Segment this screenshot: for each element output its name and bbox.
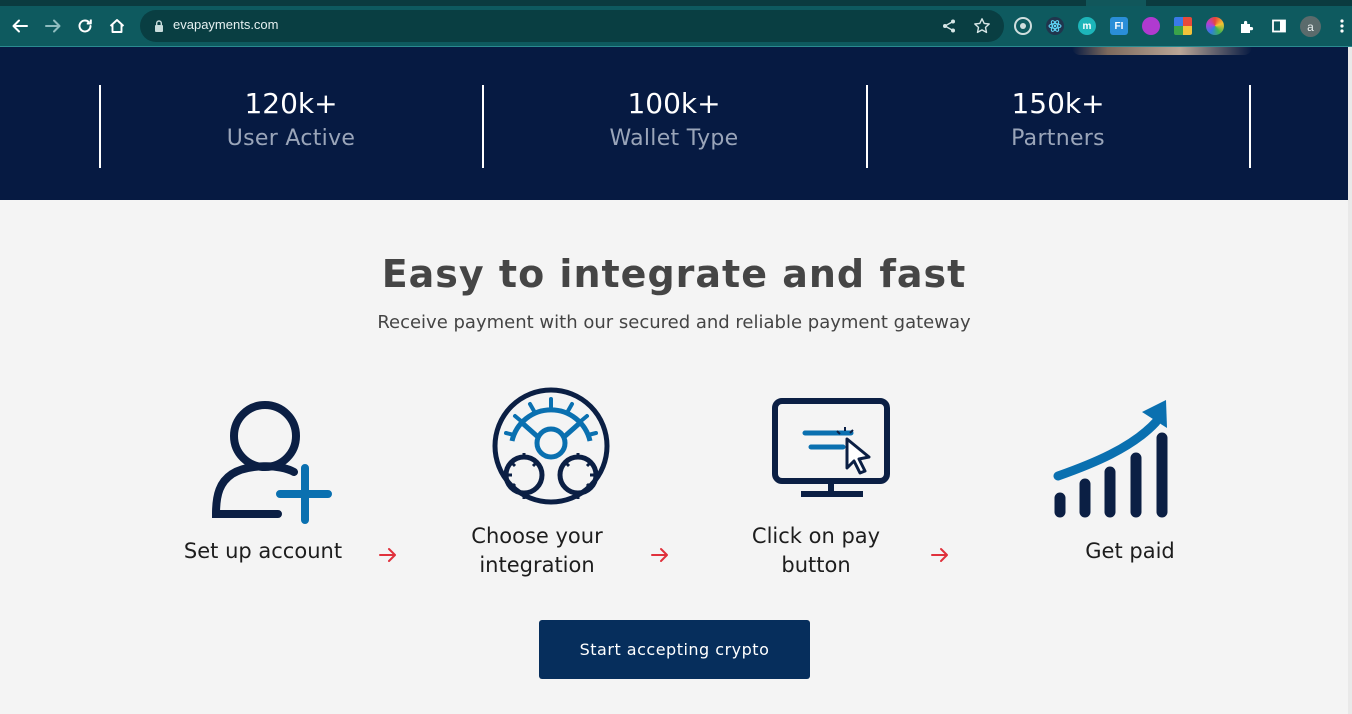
address-bar[interactable]: evapayments.com (140, 10, 1004, 42)
stat-wallets: 100k+ Wallet Type (483, 85, 865, 151)
section-subtitle: Receive payment with our secured and rel… (377, 312, 971, 333)
side-panel-glyph-icon (1272, 19, 1286, 33)
url-text: evapayments.com (173, 17, 279, 32)
fi-extension-icon[interactable]: FI (1110, 17, 1128, 35)
grid-extension-icon[interactable] (1174, 17, 1192, 35)
browser-toolbar: evapayments.com m FI a (0, 6, 1352, 46)
react-devtools-icon[interactable] (1046, 17, 1064, 35)
stats-band: 120k+ User Active 100k+ Wallet Type 150k… (0, 47, 1348, 200)
arrow-right-icon (379, 548, 396, 562)
add-user-icon (211, 401, 332, 524)
m-extension-icon[interactable]: m (1078, 17, 1096, 35)
color-wheel-extension-icon[interactable] (1206, 17, 1224, 35)
step-label-line: Choose your (471, 524, 603, 548)
page-scrollbar[interactable] (1348, 47, 1352, 714)
home-icon (109, 19, 125, 33)
stat-value: 150k+ (1011, 87, 1105, 120)
section-title: Easy to integrate and fast (381, 252, 967, 296)
reload-icon (78, 19, 92, 33)
step-label-pay-button: Click on pay button (726, 522, 906, 580)
monitor-click-icon (772, 398, 890, 497)
target-extension-icon[interactable] (1014, 17, 1032, 35)
back-button[interactable] (8, 14, 32, 38)
arrow-right-icon (45, 19, 61, 33)
step-label-get-paid: Get paid (1085, 539, 1175, 563)
puzzle-icon[interactable] (1238, 17, 1256, 35)
stat-users: 120k+ User Active (100, 85, 482, 151)
stat-divider (1249, 85, 1251, 168)
profile-avatar[interactable]: a (1300, 16, 1321, 37)
stat-value: 100k+ (627, 87, 721, 120)
kebab-menu-icon[interactable] (1334, 18, 1350, 34)
share-icon[interactable] (941, 18, 957, 34)
forward-button[interactable] (41, 14, 65, 38)
stat-label: Wallet Type (609, 126, 739, 151)
stat-label: Partners (1011, 126, 1105, 151)
arrow-right-icon (931, 548, 948, 562)
side-panel-icon[interactable] (1270, 17, 1288, 35)
arrow-right-icon (651, 548, 668, 562)
purple-extension-icon[interactable] (1142, 17, 1160, 35)
start-accepting-crypto-button[interactable]: Start accepting crypto (539, 620, 810, 679)
lock-icon (155, 20, 163, 32)
home-button[interactable] (105, 14, 129, 38)
reload-button[interactable] (73, 14, 97, 38)
step-label-line: Click on pay (751, 524, 881, 548)
arrow-left-icon (12, 19, 28, 33)
growth-chart-icon (1053, 400, 1168, 518)
stat-value: 120k+ (244, 87, 338, 120)
step-label-setup: Set up account (183, 539, 343, 563)
atom-icon (1048, 20, 1062, 32)
stat-partners: 150k+ Partners (867, 85, 1249, 151)
hero-image-edge (1072, 47, 1252, 55)
step-label-integration: Choose your integration (447, 522, 627, 580)
bookmark-star-icon[interactable] (973, 17, 991, 35)
step-label-line: integration (479, 553, 595, 577)
integration-gear-icon (492, 387, 610, 505)
puzzle-piece-icon (1241, 20, 1254, 33)
step-label-line: button (781, 553, 851, 577)
stat-label: User Active (226, 126, 356, 151)
